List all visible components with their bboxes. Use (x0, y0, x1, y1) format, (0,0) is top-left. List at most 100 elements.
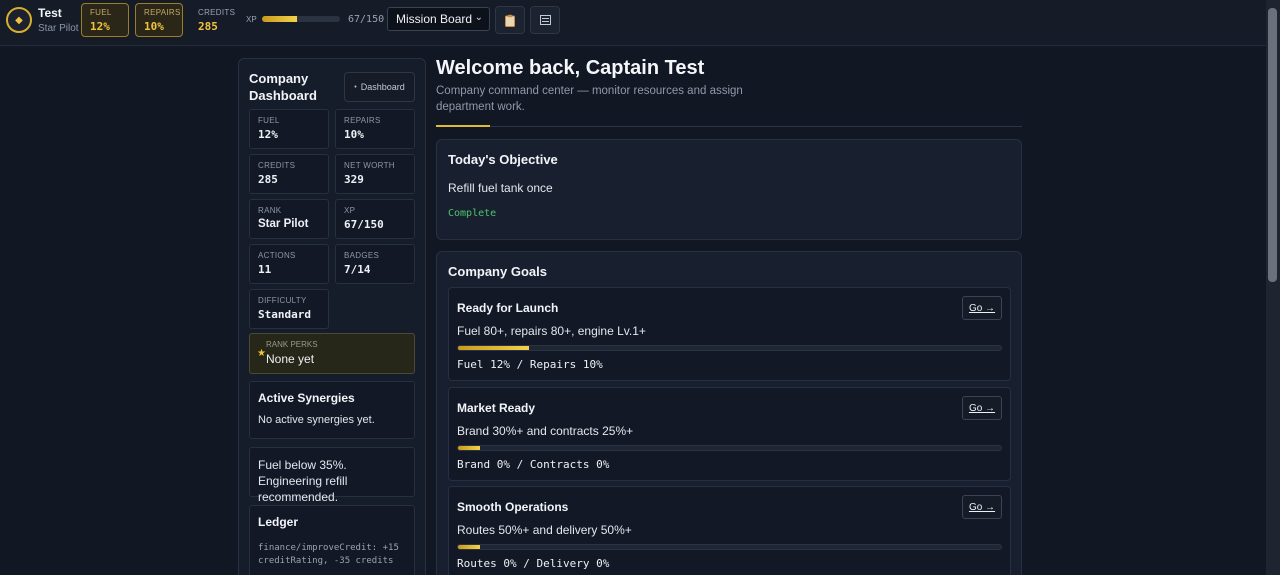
view-select[interactable]: Mission Board ⌄ (387, 7, 490, 31)
chevron-down-icon: ⌄ (474, 12, 483, 23)
objective-status: Complete (448, 208, 497, 219)
ledger-title: Ledger (258, 515, 299, 529)
objective-title: Today's Objective (448, 152, 558, 167)
list-button[interactable] (530, 6, 560, 34)
goal-card: Market Ready Go → Brand 30%+ and contrac… (448, 387, 1011, 481)
goal-card: Ready for Launch Go → Fuel 80+, repairs … (448, 287, 1011, 381)
goal-title: Ready for Launch (457, 301, 559, 315)
xp-label: XP (246, 15, 257, 24)
tile-rank: RANK Star Pilot (249, 199, 329, 239)
credits-stat-label: CREDITS (198, 8, 236, 17)
diamond-icon[interactable]: ◆ (6, 7, 32, 33)
go-button[interactable]: Go → (962, 296, 1002, 320)
tile-label: FUEL (258, 116, 280, 125)
goal-status: Fuel 12% / Repairs 10% (457, 358, 603, 371)
repairs-stat-label: REPAIRS (144, 8, 181, 17)
credits-stat-value: 285 (198, 20, 218, 33)
clipboard-button[interactable] (495, 6, 525, 34)
divider-accent (436, 125, 490, 127)
tile-value: 7/14 (344, 263, 371, 276)
goal-progress-fill (458, 346, 529, 350)
company-dashboard-sidebar: Company Dashboard • Dashboard FUEL 12% R… (238, 58, 426, 575)
tile-value: 67/150 (344, 218, 384, 231)
repairs-stat-value: 10% (144, 20, 164, 33)
tile-value: 12% (258, 128, 278, 141)
fuel-warning-card: Fuel below 35%. Engineering refill recom… (249, 447, 415, 504)
goal-progress-bar (457, 445, 1002, 451)
star-icon: ★ (257, 348, 266, 359)
tile-label: NET WORTH (344, 161, 395, 170)
tile-value: 11 (258, 263, 272, 276)
tile-credits: CREDITS 285 (249, 154, 329, 194)
view-select-value: Mission Board (396, 12, 473, 26)
goal-status: Brand 0% / Contracts 0% (457, 458, 610, 471)
todays-objective-panel: Today's Objective Refill fuel tank once … (436, 139, 1022, 240)
goal-status: Routes 0% / Delivery 0% (457, 557, 610, 570)
top-bar: ◆ Test Star Pilot FUEL 12% REPAIRS 10% C… (0, 0, 1266, 46)
list-icon (539, 15, 551, 25)
repairs-stat: REPAIRS 10% (135, 3, 183, 37)
xp-progress-bar (262, 16, 340, 22)
goal-description: Brand 30%+ and contracts 25%+ (457, 424, 634, 438)
rank-perks: ★ RANK PERKS None yet (249, 333, 415, 374)
tile-value: Star Pilot (258, 218, 309, 230)
dashboard-button[interactable]: • Dashboard (344, 72, 415, 102)
goal-progress-bar (457, 345, 1002, 351)
fuel-warning-text: Fuel below 35%. Engineering refill recom… (258, 458, 348, 504)
page-title: Welcome back, Captain Test (436, 57, 705, 79)
xp-value: 67/150 (348, 14, 385, 25)
tile-label: RANK (258, 206, 282, 215)
tile-repairs: REPAIRS 10% (335, 109, 415, 149)
goal-progress-fill (458, 545, 480, 549)
synergies-text: No active synergies yet. (258, 414, 375, 426)
go-button[interactable]: Go → (962, 396, 1002, 420)
player-name: Test (38, 6, 62, 20)
tile-xp: XP 67/150 (335, 199, 415, 239)
tile-label: XP (344, 206, 356, 215)
tile-label: REPAIRS (344, 116, 381, 125)
rank-perks-value: None yet (266, 352, 315, 366)
player-rank: Star Pilot (38, 23, 79, 34)
dot-icon: • (354, 83, 357, 91)
goal-progress-bar (457, 544, 1002, 550)
objective-text: Refill fuel tank once (448, 181, 553, 195)
tile-label: ACTIONS (258, 251, 296, 260)
sidebar-title: Company Dashboard (249, 71, 317, 103)
goal-description: Fuel 80+, repairs 80+, engine Lv.1+ (457, 324, 646, 338)
xp-progress-fill (262, 16, 297, 22)
goal-title: Market Ready (457, 401, 536, 415)
goal-description: Routes 50%+ and delivery 50%+ (457, 523, 632, 537)
rank-perks-label: RANK PERKS (266, 340, 318, 349)
go-button[interactable]: Go → (962, 495, 1002, 519)
tile-value: Standard (258, 308, 311, 321)
goal-title: Smooth Operations (457, 500, 569, 514)
synergies-title: Active Synergies (258, 391, 355, 405)
fuel-stat-label: FUEL (90, 8, 112, 17)
fuel-stat: FUEL 12% (81, 3, 129, 37)
ledger-card: Ledger finance/improveCredit: +15 credit… (249, 505, 415, 575)
ledger-entry: finance/improveCredit: +15 creditRating,… (258, 543, 399, 566)
tile-value: 285 (258, 173, 278, 186)
scrollbar-thumb[interactable] (1268, 8, 1277, 282)
goal-progress-fill (458, 446, 480, 450)
tile-badges: BADGES 7/14 (335, 244, 415, 284)
page-subtitle: Company command center — monitor resourc… (436, 85, 743, 113)
goal-card: Smooth Operations Go → Routes 50%+ and d… (448, 486, 1011, 575)
dashboard-button-label: Dashboard (360, 82, 405, 92)
tile-actions: ACTIONS 11 (249, 244, 329, 284)
tile-fuel: FUEL 12% (249, 109, 329, 149)
company-goals-panel: Company Goals Ready for Launch Go → Fuel… (436, 251, 1022, 575)
divider (436, 126, 1022, 127)
credits-stat: CREDITS 285 (189, 3, 237, 37)
tile-net-worth: NET WORTH 329 (335, 154, 415, 194)
tile-value: 329 (344, 173, 364, 186)
active-synergies-card: Active Synergies No active synergies yet… (249, 381, 415, 439)
tile-label: DIFFICULTY (258, 296, 307, 305)
fuel-stat-value: 12% (90, 20, 110, 33)
tile-label: BADGES (344, 251, 380, 260)
tile-value: 10% (344, 128, 364, 141)
goals-title: Company Goals (448, 264, 547, 279)
tile-label: CREDITS (258, 161, 296, 170)
tile-difficulty: DIFFICULTY Standard (249, 289, 329, 329)
clipboard-icon (505, 14, 515, 27)
